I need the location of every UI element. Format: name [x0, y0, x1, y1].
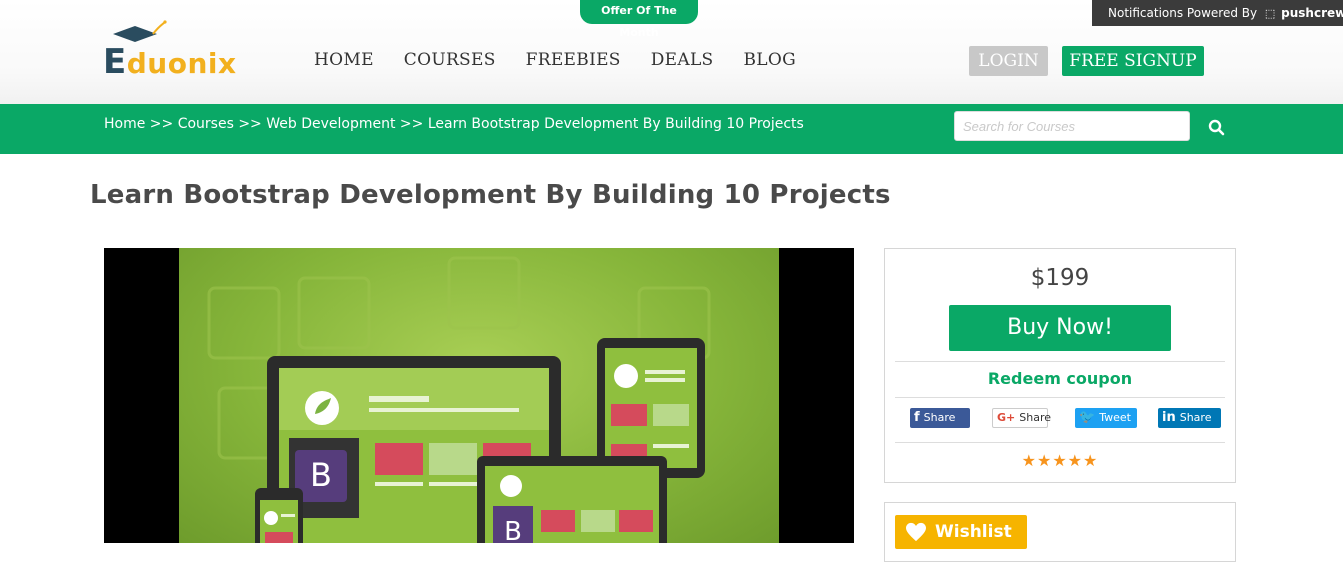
divider — [895, 397, 1225, 398]
eduonix-logo[interactable]: Eduonix — [103, 18, 248, 80]
wishlist-label: Wishlist — [935, 522, 1012, 542]
pushcrew-brand: pushcrew — [1281, 6, 1343, 20]
facebook-share-button[interactable]: f Share — [910, 408, 970, 428]
facebook-icon: f — [914, 410, 920, 425]
linkedin-icon: in — [1162, 410, 1176, 425]
google-plus-icon: G+ — [997, 411, 1016, 424]
twitter-tweet-button[interactable]: 🐦 Tweet — [1075, 408, 1137, 428]
search-icon[interactable] — [1205, 116, 1229, 140]
wishlist-card: Wishlist — [884, 502, 1236, 562]
logo-text: Eduonix — [103, 42, 237, 82]
wishlist-button[interactable]: Wishlist — [895, 515, 1027, 549]
heart-icon — [906, 522, 926, 542]
divider — [895, 361, 1225, 362]
course-price: $199 — [1030, 265, 1090, 291]
course-preview-video[interactable]: B B — [104, 248, 854, 543]
notifications-text: Notifications Powered By — [1108, 6, 1258, 20]
buy-now-button[interactable]: Buy Now! — [949, 305, 1171, 351]
twitter-bird-icon: 🐦 — [1079, 410, 1096, 425]
course-search-input[interactable] — [954, 111, 1190, 141]
breadcrumb-bar: Home >> Courses >> Web Development >> Le… — [0, 104, 1343, 154]
responsive-devices-illustration: B B — [207, 256, 711, 543]
page-title: Learn Bootstrap Development By Building … — [90, 180, 891, 210]
bootstrap-logo-letter: B — [310, 456, 332, 494]
free-signup-button[interactable]: FREE SIGNUP — [1062, 46, 1204, 76]
divider — [895, 442, 1225, 443]
main-nav: HOME COURSES FREEBIES DEALS BLOG — [314, 50, 796, 70]
nav-courses[interactable]: COURSES — [404, 50, 496, 70]
notifications-bar[interactable]: Notifications Powered By ⬚ pushcrew — [1092, 0, 1343, 26]
linkedin-share-button[interactable]: in Share — [1158, 408, 1221, 428]
video-thumbnail: B B — [179, 248, 779, 543]
redeem-coupon-link[interactable]: Redeem coupon — [885, 369, 1235, 388]
bootstrap-logo-letter-small: B — [504, 517, 522, 543]
nav-freebies[interactable]: FREEBIES — [526, 50, 621, 70]
offer-of-the-month-badge[interactable]: Offer Of The Month — [580, 0, 698, 39]
nav-home[interactable]: HOME — [314, 50, 374, 70]
pushcrew-icon: ⬚ — [1264, 7, 1276, 20]
site-header: Offer Of The Month Notifications Powered… — [0, 0, 1343, 104]
rating-stars: ★★★★★ — [1021, 451, 1099, 470]
breadcrumb[interactable]: Home >> Courses >> Web Development >> Le… — [104, 116, 804, 132]
purchase-card: $199 Buy Now! Redeem coupon f Share G+ S… — [884, 248, 1236, 483]
google-share-button[interactable]: G+ Share — [992, 408, 1051, 428]
nav-blog[interactable]: BLOG — [744, 50, 797, 70]
login-button[interactable]: LOGIN — [969, 46, 1048, 76]
nav-deals[interactable]: DEALS — [651, 50, 714, 70]
